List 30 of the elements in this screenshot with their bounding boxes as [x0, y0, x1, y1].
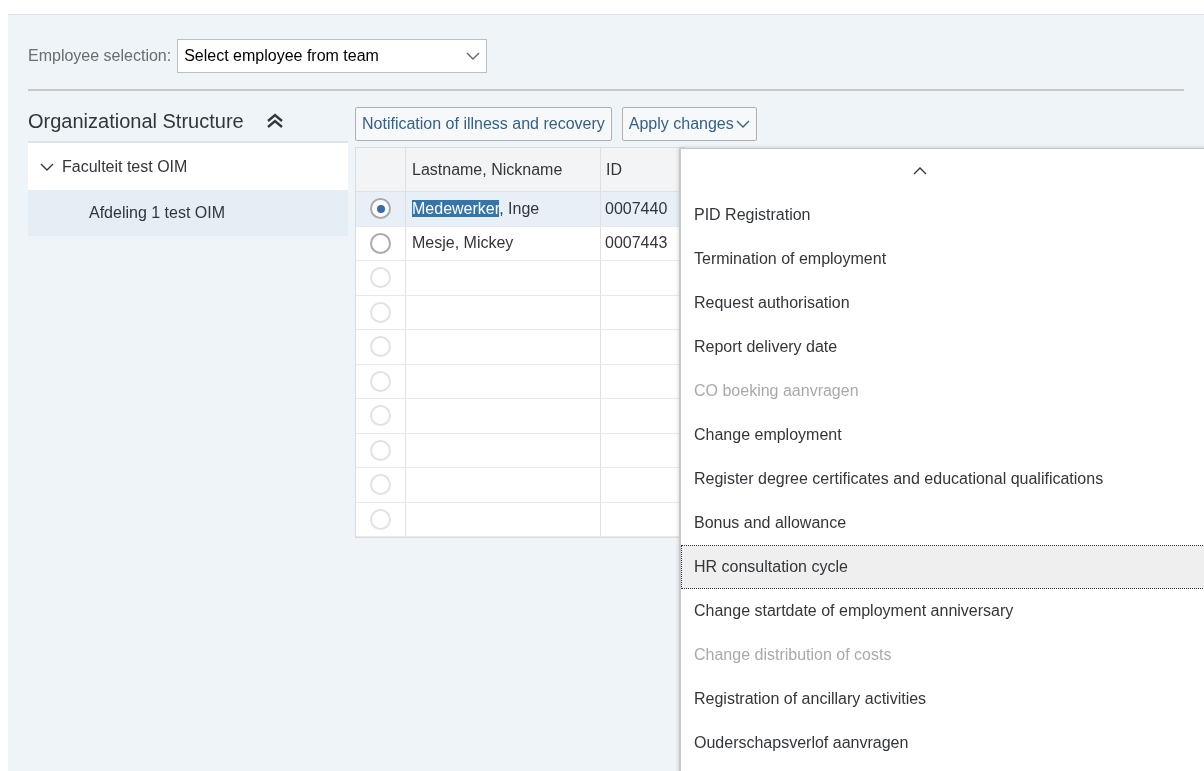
menu-item[interactable]: Register degree certificates and educational qualifications [681, 457, 1204, 501]
panel-title: Organizational Structure [28, 109, 244, 134]
menu-button[interactable]: Apply changes [621, 107, 757, 141]
column-header: Lastname, Nickname [406, 148, 601, 191]
collapse-icon[interactable] [265, 113, 284, 129]
menu-item[interactable]: Ouderschapsverlof aanvragen [681, 721, 1204, 765]
menu-item[interactable]: Termination of employment [681, 237, 1204, 281]
scroll-up-icon [913, 167, 927, 175]
menu-item[interactable]: Request authorisation [681, 281, 1204, 325]
menu-item[interactable]: Change startdate of employment anniversary [681, 589, 1204, 633]
table-cell-text: 0007440 [605, 198, 668, 219]
employee-selection-label: Employee selection: [28, 46, 172, 66]
menu-item[interactable]: Change employment [681, 413, 1204, 457]
column-header: ID [605, 159, 623, 180]
menu-item[interactable]: PID Registration [681, 193, 1204, 237]
radio-button[interactable] [370, 232, 391, 254]
menu-item[interactable]: Bonus and allowance [681, 501, 1204, 545]
chevron-down-icon [735, 120, 750, 128]
table-cell-text: Mesje, Mickey [412, 233, 514, 254]
tree-item[interactable]: Faculteit test OIM [28, 143, 348, 190]
menu-item[interactable]: Report delivery date [681, 325, 1204, 369]
tree-item[interactable]: Afdeling 1 test OIM [28, 190, 348, 236]
chevron-down-icon [466, 52, 481, 60]
menu-item[interactable]: HR consultation cycle [681, 545, 1204, 589]
table-cell-text: 0007443 [605, 233, 668, 254]
radio-button[interactable] [370, 198, 391, 220]
menu-item[interactable]: Registration of ancillary activities [681, 677, 1204, 721]
employee-dropdown[interactable]: Select employee from team [177, 39, 488, 73]
toolbar-button[interactable]: Notification of illness and recovery [355, 107, 612, 141]
expand-icon [40, 162, 54, 171]
